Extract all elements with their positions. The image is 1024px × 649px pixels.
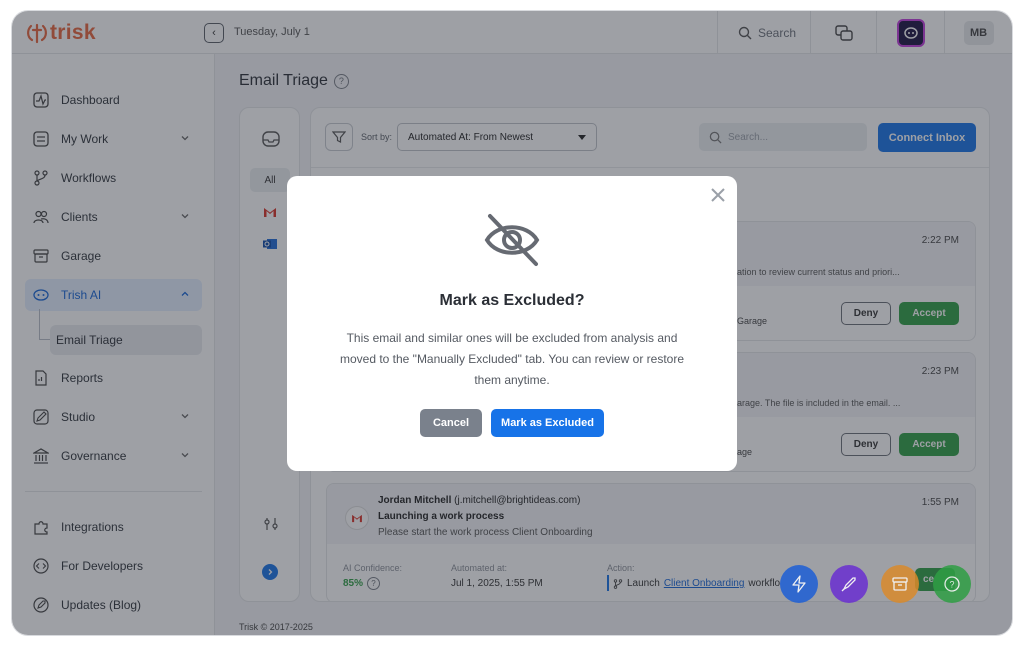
rocket-icon [841, 577, 856, 592]
dialog-message: This email and similar ones will be excl… [339, 331, 685, 387]
quick-actions-button[interactable] [780, 565, 818, 603]
close-icon[interactable] [709, 186, 727, 204]
garage-button[interactable] [881, 565, 919, 603]
app-window: trisk ‹ Tuesday, July 1 Search MB Dashbo… [12, 11, 1012, 635]
archive-icon [892, 577, 908, 591]
eye-off-icon [484, 214, 540, 266]
cancel-button[interactable]: Cancel [420, 409, 482, 437]
exclude-dialog: Mark as Excluded? This email and similar… [287, 176, 737, 471]
bolt-icon [792, 575, 806, 593]
help-icon: ? [944, 576, 960, 592]
help-button[interactable]: ? [933, 565, 971, 603]
launch-button[interactable] [830, 565, 868, 603]
svg-text:?: ? [949, 580, 954, 590]
dialog-title: Mark as Excluded? [439, 292, 585, 309]
mark-as-excluded-button[interactable]: Mark as Excluded [491, 409, 604, 437]
